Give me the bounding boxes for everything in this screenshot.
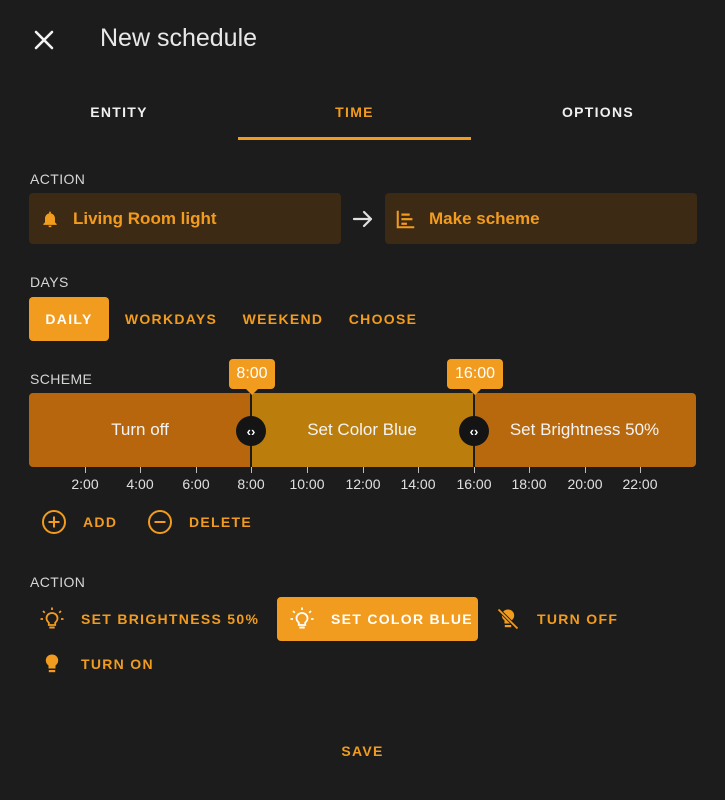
timeline-tick-label: 8:00 <box>237 476 265 492</box>
lightbulb-off-icon <box>495 606 521 632</box>
timeline-tick-label: 12:00 <box>345 476 381 492</box>
tab-bar: ENTITY TIME OPTIONS <box>0 84 725 142</box>
delete-button[interactable]: DELETE <box>147 505 252 539</box>
timeline-segment-set-color-blue[interactable]: Set Color Blue <box>251 393 473 467</box>
timeline-drag-handle[interactable]: ‹› <box>236 416 266 446</box>
timeline-segment-turn-off[interactable]: Turn off <box>29 393 251 467</box>
timeline-tick <box>85 467 86 473</box>
close-icon <box>34 30 54 50</box>
segment-label: Set Color Blue <box>307 420 417 439</box>
save-button[interactable]: SAVE <box>320 734 405 768</box>
minus-circle-outline-icon <box>148 510 172 534</box>
timeline-tick <box>640 467 641 473</box>
add-button[interactable]: ADD <box>41 505 117 539</box>
timeline-tick-label: 18:00 <box>511 476 547 492</box>
dialog-header: New schedule <box>0 0 725 84</box>
bell-icon <box>39 208 61 230</box>
timeline-drag-handle[interactable]: ‹› <box>459 416 489 446</box>
lightbulb-icon <box>39 651 65 677</box>
action-label: TURN OFF <box>537 611 619 627</box>
tab-options[interactable]: OPTIONS <box>471 84 725 140</box>
action-label: SET COLOR BLUE <box>331 611 473 627</box>
segment-label: Set Brightness 50% <box>509 420 660 439</box>
days-workdays-button[interactable]: WORKDAYS <box>115 297 227 341</box>
dialog-title: New schedule <box>100 24 258 52</box>
timeline-tick-label: 16:00 <box>456 476 492 492</box>
entity-label: Living Room light <box>73 208 217 228</box>
timeline-tick-label: 14:00 <box>400 476 436 492</box>
lightbulb-on-outline-icon <box>289 606 315 632</box>
active-tab-indicator <box>238 137 471 140</box>
timeline-tick-label: 2:00 <box>71 476 99 492</box>
scheme-mode-chip[interactable]: Make scheme <box>385 193 697 244</box>
plus-circle-outline-icon <box>42 510 66 534</box>
action-label: TURN ON <box>81 656 154 672</box>
delete-button-label: DELETE <box>189 514 253 530</box>
timeline-tick <box>251 467 252 473</box>
add-button-label: ADD <box>83 514 118 530</box>
action-section-label: ACTION <box>30 171 86 187</box>
time-marker-label: 8:00 <box>229 359 275 395</box>
timeline-tick <box>363 467 364 473</box>
days-section-label: DAYS <box>30 274 69 290</box>
action-turn-on-button[interactable]: TURN ON <box>39 642 169 686</box>
action-turn-off-button[interactable]: TURN OFF <box>495 597 635 641</box>
tab-time[interactable]: TIME <box>238 84 471 140</box>
drag-handle-icon: ‹› <box>469 423 479 439</box>
tab-entity[interactable]: ENTITY <box>0 84 238 140</box>
timeline-tick-label: 6:00 <box>182 476 210 492</box>
action-list-label: ACTION <box>30 574 86 590</box>
timeline-segment-set-brightness[interactable]: Set Brightness 50% <box>473 393 696 467</box>
days-weekend-button[interactable]: WEEKEND <box>234 297 332 341</box>
timeline-tick-label: 22:00 <box>622 476 658 492</box>
entity-chip[interactable]: Living Room light <box>29 193 341 244</box>
action-label: SET BRIGHTNESS 50% <box>81 611 260 627</box>
timeline-tick <box>585 467 586 473</box>
timeline-tick <box>418 467 419 473</box>
arrow-right-icon <box>350 206 376 232</box>
time-marker-label: 16:00 <box>447 359 503 395</box>
timeline-tick <box>307 467 308 473</box>
timeline-tick <box>529 467 530 473</box>
days-daily-button[interactable]: DAILY <box>29 297 109 341</box>
timeline-tick <box>140 467 141 473</box>
timeline-tick <box>474 467 475 473</box>
segment-label: Turn off <box>111 420 169 439</box>
timeline-tick-label: 10:00 <box>289 476 325 492</box>
scheme-mode-label: Make scheme <box>429 208 540 228</box>
drag-handle-icon: ‹› <box>246 423 256 439</box>
action-set-color-blue-button[interactable]: SET COLOR BLUE <box>277 597 478 641</box>
scheme-section-label: SCHEME <box>30 371 93 387</box>
timeline-tick-label: 4:00 <box>126 476 154 492</box>
close-button[interactable] <box>28 24 60 56</box>
chart-timeline-icon <box>395 208 417 230</box>
timeline-tick <box>196 467 197 473</box>
timeline-tick-label: 20:00 <box>567 476 603 492</box>
action-set-brightness-button[interactable]: SET BRIGHTNESS 50% <box>39 597 269 641</box>
lightbulb-on-outline-icon <box>39 606 65 632</box>
scheme-timeline: Turn off Set Color Blue Set Brightness 5… <box>29 393 696 467</box>
days-choose-button[interactable]: CHOOSE <box>339 297 427 341</box>
